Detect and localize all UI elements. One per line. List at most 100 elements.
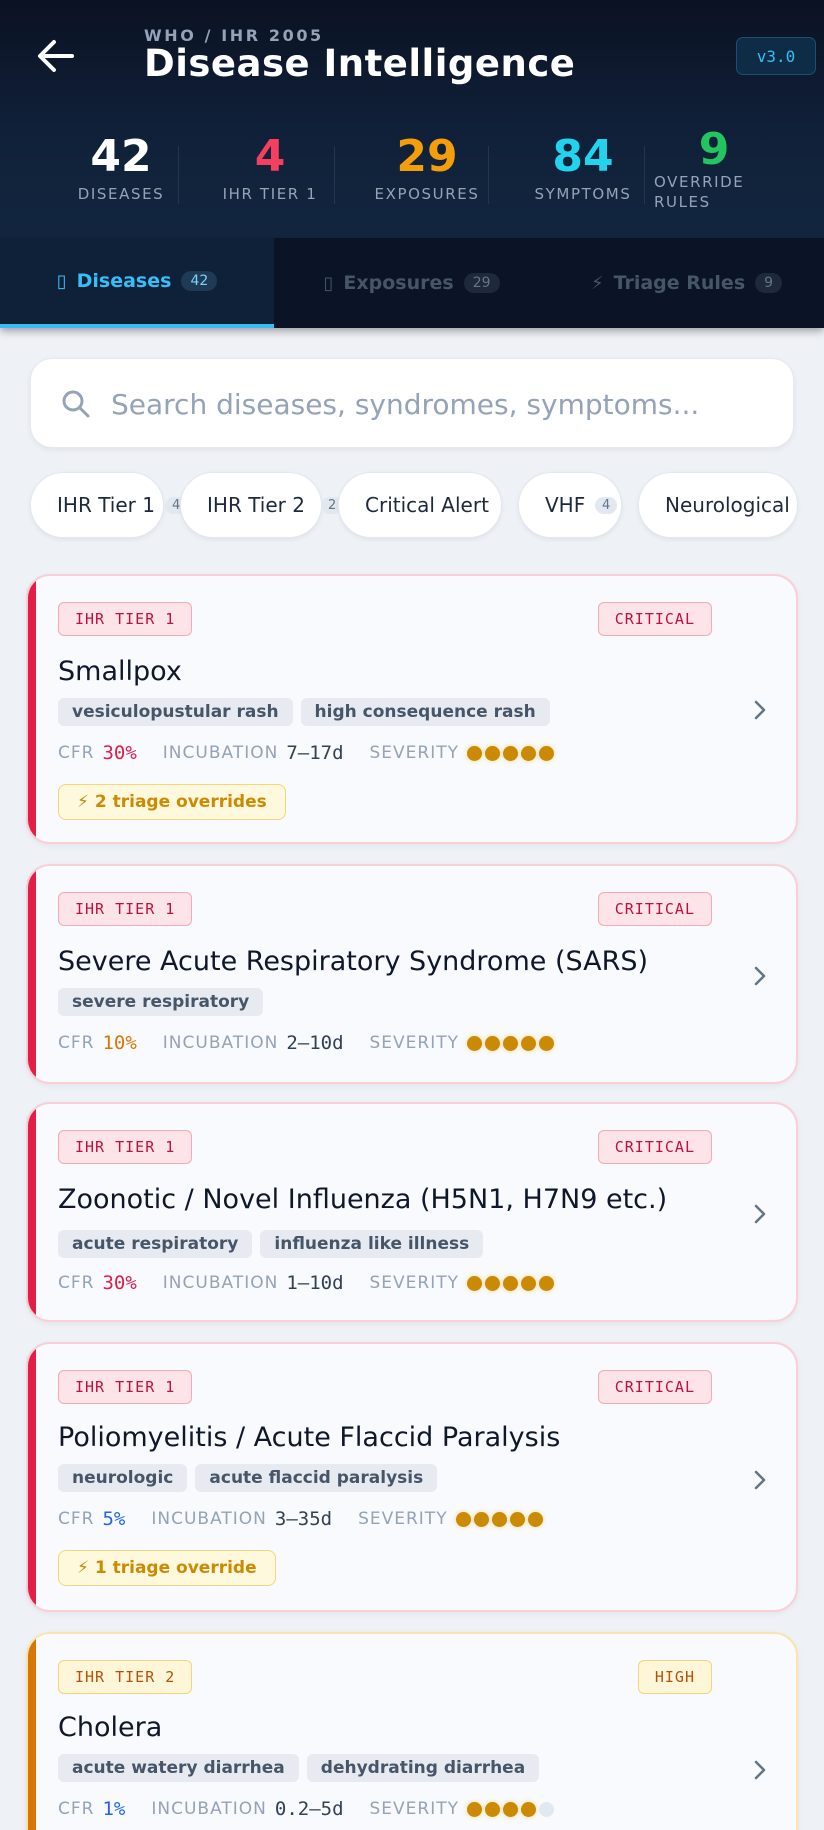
severity-accent-bar: [28, 1634, 36, 1830]
syndrome-tag: vesiculopustular rash: [58, 698, 293, 726]
cfr-value: 1%: [102, 1798, 126, 1820]
stat-symptoms: 84 SYMPTOMS: [508, 132, 658, 204]
disease-name: Cholera: [58, 1712, 163, 1743]
stat-divider: [334, 146, 335, 204]
cfr-value: 5%: [102, 1508, 126, 1530]
disease-name: Severe Acute Respiratory Syndrome (SARS): [58, 946, 649, 977]
severity-dot: [503, 1035, 519, 1051]
severity-dots: [455, 1511, 543, 1527]
severity-dot: [539, 1275, 555, 1291]
tab-count: 9: [755, 273, 783, 293]
disease-name: Poliomyelitis / Acute Flaccid Paralysis: [58, 1422, 561, 1453]
disease-card-sars[interactable]: IHR TIER 1 CRITICAL Severe Acute Respira…: [26, 864, 798, 1084]
stat-divider: [488, 146, 489, 204]
severity-dots: [467, 1035, 555, 1051]
disease-card-smallpox[interactable]: IHR TIER 1 CRITICAL Smallpox vesiculopus…: [26, 574, 798, 844]
stats-bar: 42 DISEASES 4 IHR TIER 1 29 EXPOSURES 84…: [20, 124, 810, 222]
tab-diseases[interactable]: ▯ Diseases 42: [0, 238, 274, 328]
alert-badge: CRITICAL: [597, 1370, 712, 1404]
severity-label: SEVERITY: [369, 1799, 460, 1819]
page-title: Disease Intelligence: [144, 42, 576, 85]
exposures-icon: ▯: [323, 272, 334, 294]
tab-triage-rules[interactable]: ⚡ Triage Rules 9: [549, 238, 824, 328]
severity-dot: [509, 1511, 525, 1527]
syndrome-tags: severe respiratory: [58, 988, 264, 1016]
triage-override-badge: ⚡ 2 triage overrides: [58, 784, 286, 820]
cfr-label: CFR: [58, 743, 95, 763]
disease-card-poliomyelitis[interactable]: IHR TIER 1 CRITICAL Poliomyelitis / Acut…: [26, 1342, 798, 1612]
severity-accent-bar: [28, 1104, 36, 1320]
syndrome-tag: influenza like illness: [260, 1230, 484, 1258]
incubation-label: INCUBATION: [151, 1799, 267, 1819]
chip-label: Critical Alert: [365, 493, 489, 517]
disease-meta: CFR 10% INCUBATION 2–10d SEVERITY: [58, 1032, 555, 1054]
tab-count: 42: [181, 271, 218, 291]
incubation-label: INCUBATION: [162, 743, 279, 763]
alert-badge: HIGH: [637, 1660, 712, 1694]
severity-dot: [467, 1801, 483, 1817]
tier-badge: IHR TIER 1: [58, 1130, 193, 1164]
chip-critical-alert[interactable]: Critical Alert: [338, 472, 502, 538]
severity-dot: [467, 1035, 483, 1051]
cfr-label: CFR: [58, 1799, 95, 1819]
search-input[interactable]: [111, 379, 771, 429]
severity-accent-bar: [28, 1344, 36, 1610]
disease-card-novel-influenza[interactable]: IHR TIER 1 CRITICAL Zoonotic / Novel Inf…: [26, 1102, 798, 1322]
stat-value: 9: [698, 124, 730, 175]
chip-neurological[interactable]: Neurological: [638, 472, 798, 538]
chip-label: IHR Tier 2: [207, 493, 305, 517]
severity-dot: [521, 745, 537, 761]
incubation-value: 3–35d: [274, 1508, 333, 1530]
triage-override-badge: ⚡ 1 triage override: [58, 1550, 276, 1586]
severity-label: SEVERITY: [369, 1273, 460, 1293]
stat-divider: [178, 146, 179, 204]
chip-vhf[interactable]: VHF 4: [518, 472, 622, 538]
chevron-right-icon: [750, 1200, 770, 1228]
severity-dot: [485, 1275, 501, 1291]
severity-dot: [503, 1801, 519, 1817]
back-button[interactable]: [30, 30, 82, 82]
disease-card-cholera[interactable]: IHR TIER 2 HIGH Cholera acute watery dia…: [26, 1632, 798, 1830]
severity-dot: [485, 1035, 501, 1051]
syndrome-tags: vesiculopustular rash high consequence r…: [58, 698, 550, 726]
chevron-right-icon: [750, 1466, 770, 1494]
severity-dot: [485, 1801, 501, 1817]
stat-ihr-tier-1: 4 IHR TIER 1: [200, 132, 340, 204]
incubation-value: 1–10d: [286, 1272, 344, 1294]
chip-ihr-tier-1[interactable]: IHR Tier 1 4: [30, 472, 188, 538]
severity-dot: [455, 1511, 471, 1527]
severity-dot: [467, 1275, 483, 1291]
severity-dot: [503, 1275, 519, 1291]
disease-meta: CFR 5% INCUBATION 3–35d SEVERITY: [58, 1508, 543, 1530]
stat-divider: [644, 146, 645, 204]
stat-override-rules: 9 OVERRIDE RULES: [654, 124, 794, 212]
syndrome-tag: severe respiratory: [58, 988, 264, 1016]
chevron-right-icon: [750, 1756, 770, 1784]
stat-label-line1: OVERRIDE: [654, 173, 745, 191]
tab-label: Diseases: [76, 270, 172, 292]
stat-value: 42: [90, 131, 152, 182]
incubation-value: 0.2–5d: [274, 1798, 344, 1820]
stat-value: 29: [396, 131, 458, 182]
stat-label-line2: RULES: [654, 193, 711, 211]
severity-dot: [485, 745, 501, 761]
syndrome-tag: dehydrating diarrhea: [306, 1754, 540, 1782]
search-box: [30, 358, 794, 448]
severity-dot: [503, 745, 519, 761]
tab-count: 29: [463, 273, 500, 293]
stat-label: SYMPTOMS: [534, 185, 632, 203]
incubation-label: INCUBATION: [162, 1273, 279, 1293]
tab-exposures[interactable]: ▯ Exposures 29: [274, 238, 549, 328]
chip-ihr-tier-2[interactable]: IHR Tier 2 2: [180, 472, 344, 538]
stat-value: 84: [552, 131, 614, 182]
syndrome-tag: high consequence rash: [300, 698, 550, 726]
disease-name: Zoonotic / Novel Influenza (H5N1, H7N9 e…: [58, 1184, 668, 1215]
severity-dot: [527, 1511, 543, 1527]
cfr-value: 30%: [102, 742, 137, 764]
disease-meta: CFR 30% INCUBATION 1–10d SEVERITY: [58, 1272, 555, 1294]
version-badge: v3.0: [736, 37, 816, 75]
severity-dot: [539, 1035, 555, 1051]
severity-accent-bar: [28, 576, 36, 842]
app-header: WHO / IHR 2005 Disease Intelligence v3.0…: [0, 0, 824, 238]
syndrome-tag: acute watery diarrhea: [58, 1754, 299, 1782]
